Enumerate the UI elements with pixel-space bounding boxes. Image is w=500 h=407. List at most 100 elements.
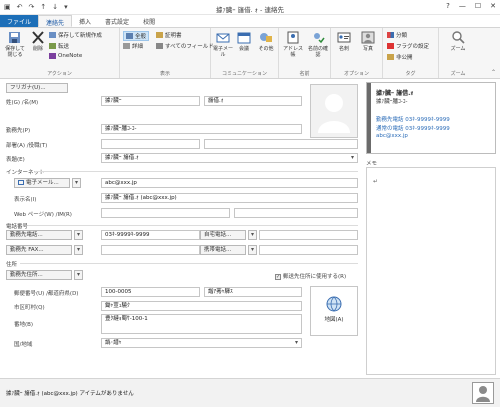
email-type-label: 電子メール... xyxy=(26,180,59,186)
email-field[interactable]: abc@xxx.jp xyxy=(101,178,358,188)
ribbon-tabs: ファイル 連絡先 挿入 書式設定 校閲 xyxy=(0,15,500,27)
group-names: アドレス帳 名前の確認 名前 xyxy=(279,28,331,78)
forward-icon xyxy=(49,43,56,49)
mobile-phone-field[interactable] xyxy=(259,245,358,255)
checkbox-icon: ✓ xyxy=(275,273,281,280)
business-card-label: 名刺 xyxy=(338,46,349,52)
general-view-button[interactable]: 全般 xyxy=(123,31,150,41)
work-address-button[interactable]: 勤務先住所... xyxy=(6,270,72,280)
department-label: 部署(A) /役職(T) xyxy=(6,143,48,149)
categorize-label: 分類 xyxy=(396,33,408,39)
last-name-field[interactable]: 據ｧ臓ｰ xyxy=(101,96,200,106)
group-action: 保存して閉じる 削除 保存して新規作成 転送 OneNote アクション xyxy=(0,28,120,78)
collapse-ribbon-icon[interactable]: ⌃ xyxy=(491,69,496,76)
city-field[interactable]: 鋤ｬ荳ｭ驍ｸ xyxy=(101,301,302,311)
address-section-label: 住所 xyxy=(6,262,18,268)
job-title-field[interactable] xyxy=(204,139,358,149)
help-icon[interactable]: ? xyxy=(446,2,450,10)
card-other-phone: 通常の電話 03ｷ-9999ｷ-9999 xyxy=(376,124,450,132)
email-type-dropdown[interactable]: ▾ xyxy=(72,178,81,188)
follow-up-button[interactable]: フラグの設定 xyxy=(387,42,429,50)
contact-photo[interactable] xyxy=(310,84,358,138)
home-phone-button[interactable]: 自宅電話... xyxy=(200,230,246,240)
map-button[interactable]: 地図(A) xyxy=(310,286,358,336)
check-names-icon xyxy=(314,33,325,44)
more-comm-button[interactable]: その他 xyxy=(255,31,277,52)
email-label: 電子メール xyxy=(213,46,234,58)
mailing-address-checkbox[interactable]: ✓ 郵送先住所に使用する(R) xyxy=(275,272,346,280)
follow-up-label: フラグの設定 xyxy=(396,44,430,50)
home-phone-field[interactable] xyxy=(259,230,358,240)
address-book-label: アドレス帳 xyxy=(282,46,303,58)
mobile-phone-dropdown[interactable]: ▾ xyxy=(248,245,257,255)
close-icon[interactable]: ✕ xyxy=(490,2,496,10)
phone-divider xyxy=(28,225,358,226)
window-title: 據ｧ臓ｰ 旛借. ｫ - 連絡先 xyxy=(216,6,284,14)
photo-icon xyxy=(361,31,375,44)
delete-button[interactable]: 削除 xyxy=(29,31,47,52)
certificate-label: 証明書 xyxy=(165,33,182,39)
work-address-dropdown[interactable]: ▾ xyxy=(74,270,83,280)
company-field[interactable]: 據ｧ臓ｰ膰ｺ-ｺ- xyxy=(101,124,302,134)
group-communication: 電子メール 会議 その他 コミュニケーション xyxy=(211,28,279,78)
details-icon xyxy=(123,43,130,49)
group-communication-label: コミュニケーション xyxy=(222,71,267,77)
email-button[interactable]: 電子メール xyxy=(213,31,233,58)
details-view-button[interactable]: 詳細 xyxy=(123,42,143,50)
check-names-label: 名前の確認 xyxy=(307,46,328,58)
meeting-button[interactable]: 会議 xyxy=(234,31,254,52)
forward-label: 転送 xyxy=(58,44,70,50)
categorize-button[interactable]: 分類 xyxy=(387,31,407,39)
work-fax-field[interactable] xyxy=(101,245,200,255)
zoom-label: ズーム xyxy=(450,46,466,52)
minimize-icon[interactable]: — xyxy=(459,2,466,10)
save-close-button[interactable]: 保存して閉じる xyxy=(3,31,27,58)
work-phone-button[interactable]: 勤務先電話... xyxy=(6,230,72,240)
work-fax-button[interactable]: 勤務先 FAX... xyxy=(6,245,72,255)
display-name-label: 表示名(I) xyxy=(14,197,37,203)
tab-file[interactable]: ファイル xyxy=(0,15,39,27)
mobile-phone-button[interactable]: 携帯電話... xyxy=(200,245,246,255)
window-controls: ? — ☐ ✕ xyxy=(446,2,496,10)
all-fields-button[interactable]: すべてのフィールド xyxy=(156,42,214,50)
department-field[interactable] xyxy=(101,139,200,149)
file-as-select[interactable]: 據ｧ臓ｰ 旛借.ｫ xyxy=(101,153,358,163)
email-type-button[interactable]: 電子メール... xyxy=(14,178,70,188)
street-field[interactable]: 豊ｸ縺ｮ蜀ｻ-100-1 xyxy=(101,314,302,334)
tab-contact[interactable]: 連絡先 xyxy=(38,15,73,27)
work-phone-field[interactable]: 03ｷ-9999ｷ-9999 xyxy=(101,230,200,240)
photo-button[interactable]: 写真 xyxy=(357,31,379,52)
first-name-field[interactable]: 旛借.ｫ xyxy=(204,96,302,106)
im-address-field[interactable] xyxy=(234,208,358,218)
display-name-field[interactable]: 據ｧ臓ｰ 旛借.ｫ (abc@xxx.jp) xyxy=(101,193,358,203)
tab-insert[interactable]: 挿入 xyxy=(72,15,98,27)
web-page-field[interactable] xyxy=(101,208,230,218)
forward-button[interactable]: 転送 xyxy=(49,42,69,50)
save-new-button[interactable]: 保存して新規作成 xyxy=(49,31,102,39)
business-card-button[interactable]: 名刺 xyxy=(334,31,354,52)
maximize-icon[interactable]: ☐ xyxy=(475,2,481,10)
notes-textarea[interactable]: ↵ xyxy=(366,167,496,375)
business-card-preview[interactable]: 據ｧ臓ｰ 旛借.ｫ 據ｧ臓ｰ膰ｺ-ｺ- 勤務先電話 03ｷ-9999ｷ-9999… xyxy=(366,82,496,154)
work-fax-dropdown[interactable]: ▾ xyxy=(74,245,83,255)
zoom-button[interactable]: ズーム xyxy=(445,31,471,52)
phone-section-label: 電話番号 xyxy=(6,224,29,230)
home-phone-dropdown[interactable]: ▾ xyxy=(248,230,257,240)
certificate-button[interactable]: 証明書 xyxy=(156,31,182,39)
postal-code-field[interactable]: 100-0005 xyxy=(101,287,200,297)
avatar[interactable] xyxy=(472,382,494,404)
country-select[interactable]: 譌･譛ｬ xyxy=(101,338,302,348)
check-names-button[interactable]: 名前の確認 xyxy=(306,31,330,58)
city-label: 市区町村(Q) xyxy=(14,305,45,311)
more-comm-label: その他 xyxy=(258,46,274,52)
prefecture-field[interactable]: 諧ｱ莠ｬ驛ｽ xyxy=(204,287,302,297)
furigana-button[interactable]: フリガナ(U)... xyxy=(6,83,68,93)
work-phone-dropdown[interactable]: ▾ xyxy=(74,230,83,240)
private-button[interactable]: 非公開 xyxy=(387,53,413,61)
group-zoom: ズーム ズーム xyxy=(439,28,477,78)
tab-format[interactable]: 書式設定 xyxy=(98,15,136,27)
address-book-button[interactable]: アドレス帳 xyxy=(281,31,305,58)
onenote-button[interactable]: OneNote xyxy=(49,53,82,59)
tab-review[interactable]: 校閲 xyxy=(136,15,162,27)
notes-paragraph-mark: ↵ xyxy=(373,178,379,185)
